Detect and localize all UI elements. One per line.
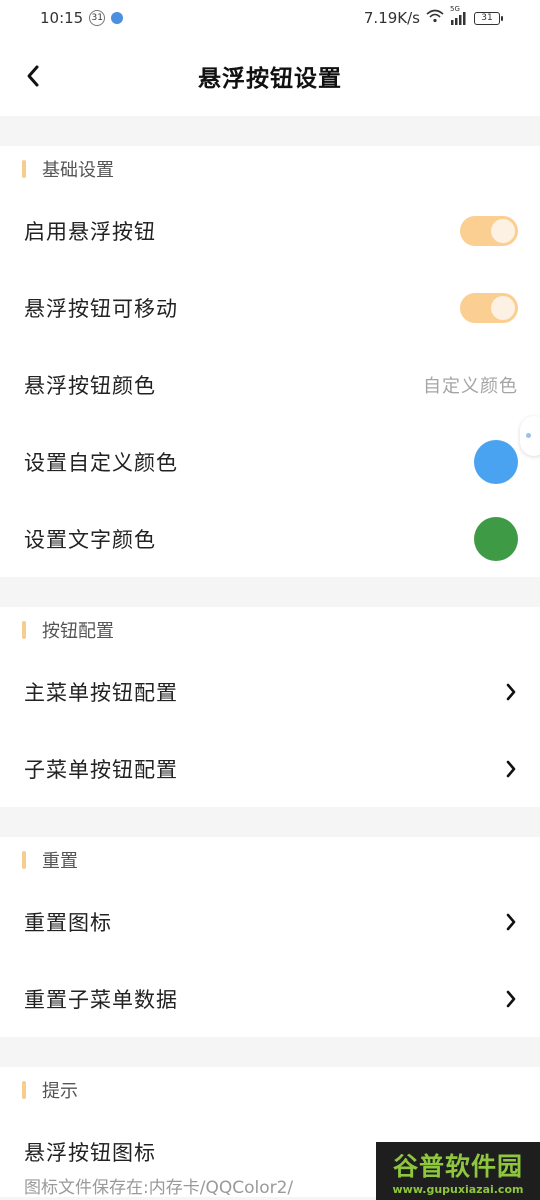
globe-icon (111, 12, 124, 24)
section-reset: 重置 重置图标 重置子菜单数据 (0, 837, 540, 1037)
section-gap (0, 116, 540, 146)
color-mode-value: 自定义颜色 (423, 375, 518, 397)
chevron-right-icon (500, 681, 522, 703)
row-label: 重置图标 (24, 910, 112, 935)
row-reset-submenu-data[interactable]: 重置子菜单数据 (0, 960, 540, 1037)
section-header: 按钮配置 (0, 607, 540, 653)
section-title: 基础设置 (42, 160, 114, 181)
chevron-right-icon (500, 911, 522, 933)
row-enable-float-button[interactable]: 启用悬浮按钮 (0, 192, 540, 269)
watermark-main-text: 谷普软件园 (392, 1151, 523, 1181)
row-float-color[interactable]: 悬浮按钮颜色 自定义颜色 (0, 346, 540, 423)
row-main-menu-config[interactable]: 主菜单按钮配置 (0, 653, 540, 730)
floating-edge-handle[interactable] (520, 416, 540, 456)
chevron-right-icon (500, 758, 522, 780)
section-title: 提示 (42, 1081, 78, 1102)
row-custom-color[interactable]: 设置自定义颜色 (0, 423, 540, 500)
section-gap (0, 807, 540, 837)
section-header: 重置 (0, 837, 540, 883)
toggle-knob (491, 295, 515, 320)
section-gap (0, 577, 540, 607)
chevron-left-icon (27, 65, 39, 87)
row-label: 启用悬浮按钮 (24, 219, 156, 244)
section-basic: 基础设置 启用悬浮按钮 悬浮按钮可移动 悬浮按钮颜色 自定义颜色 设置自定义颜色… (0, 146, 540, 577)
section-header: 基础设置 (0, 146, 540, 192)
row-label: 悬浮按钮颜色 (24, 373, 156, 398)
section-buttons: 按钮配置 主菜单按钮配置 子菜单按钮配置 (0, 607, 540, 807)
wifi-icon (426, 9, 444, 27)
watermark-logo: 谷普软件园 www.gupuxiazai.com (376, 1142, 540, 1200)
row-label: 子菜单按钮配置 (24, 757, 178, 782)
status-bar: 10:15 31 7.19K/s 5G 31 (0, 0, 540, 36)
section-accent-bar (22, 851, 26, 869)
section-accent-bar (22, 621, 26, 639)
row-label: 主菜单按钮配置 (24, 680, 178, 705)
signal-label: 5G (450, 5, 460, 13)
battery-icon: 31 (474, 11, 503, 25)
row-label: 设置文字颜色 (24, 527, 156, 552)
row-text-color[interactable]: 设置文字颜色 (0, 500, 540, 577)
row-label: 设置自定义颜色 (24, 450, 178, 475)
watermark-main: 谷普软件园 (393, 1147, 523, 1183)
watermark-sub: www.gupuxiazai.com (392, 1182, 524, 1196)
page-header: 悬浮按钮设置 (0, 36, 540, 116)
custom-color-swatch[interactable] (474, 439, 518, 484)
chevron-right-icon (500, 988, 522, 1010)
section-title: 按钮配置 (42, 621, 114, 642)
notification-badge: 31 (89, 10, 106, 26)
row-reset-icon[interactable]: 重置图标 (0, 883, 540, 960)
section-title: 重置 (42, 851, 78, 872)
status-time: 10:15 (40, 9, 84, 27)
section-accent-bar (22, 1081, 26, 1099)
row-sub-menu-config[interactable]: 子菜单按钮配置 (0, 730, 540, 807)
row-label: 悬浮按钮可移动 (24, 296, 178, 321)
row-float-movable[interactable]: 悬浮按钮可移动 (0, 269, 540, 346)
enable-float-toggle[interactable] (460, 215, 518, 246)
toggle-knob (491, 218, 515, 243)
section-accent-bar (22, 160, 26, 178)
page-title: 悬浮按钮设置 (198, 66, 342, 92)
row-label: 悬浮按钮图标 (24, 1141, 156, 1165)
section-header: 提示 (0, 1067, 540, 1113)
net-speed: 7.19K/s (363, 9, 420, 27)
back-button[interactable] (18, 61, 48, 91)
signal-icon: 5G (450, 5, 468, 25)
text-color-swatch[interactable] (474, 516, 518, 561)
section-gap (0, 1037, 540, 1067)
movable-toggle[interactable] (460, 292, 518, 323)
row-label: 重置子菜单数据 (24, 987, 178, 1012)
